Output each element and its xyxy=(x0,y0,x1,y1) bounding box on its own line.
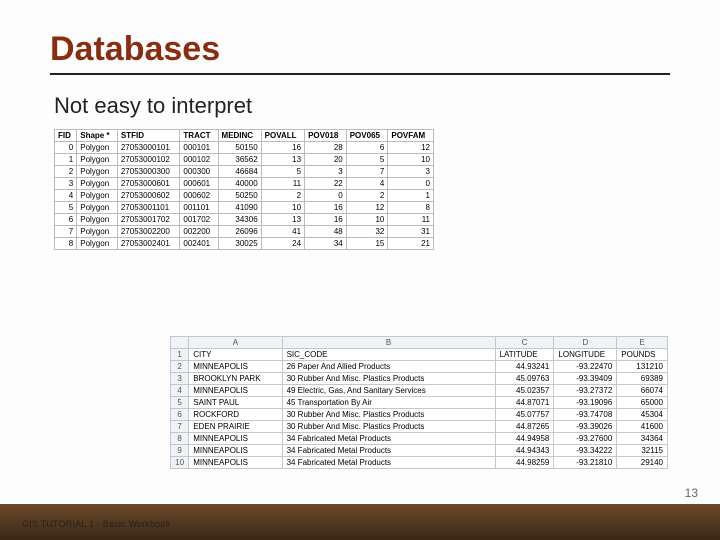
table-row: 4MINNEAPOLIS49 Electric, Gas, And Sanita… xyxy=(171,385,668,397)
table-row: 10MINNEAPOLIS34 Fabricated Metal Product… xyxy=(171,457,668,469)
column-header: D xyxy=(554,337,617,349)
slide-title: Databases xyxy=(50,30,670,69)
table-row: 2Polygon27053000300000300466845373 xyxy=(55,166,434,178)
column-header: A xyxy=(189,337,282,349)
table-row: 7EDEN PRAIRIE30 Rubber And Misc. Plastic… xyxy=(171,421,668,433)
table-header: POV065 xyxy=(346,130,388,142)
table-header: Shape * xyxy=(77,130,118,142)
table-row: 1CITYSIC_CODELATITUDELONGITUDEPOUNDS xyxy=(171,349,668,361)
table-row: 0Polygon27053000101000101501501628612 xyxy=(55,142,434,154)
table-row: 2MINNEAPOLIS26 Paper And Allied Products… xyxy=(171,361,668,373)
table-row: 4Polygon27053000602000602502502021 xyxy=(55,190,434,202)
spreadsheet-table: ABCDE1CITYSIC_CODELATITUDELONGITUDEPOUND… xyxy=(170,336,668,469)
table-row: 1Polygon27053000102000102365621320510 xyxy=(55,154,434,166)
table-row: 5Polygon27053001101001101410901016128 xyxy=(55,202,434,214)
slide-subtitle: Not easy to interpret xyxy=(54,93,670,119)
table-row: 8Polygon270530024010024013002524341521 xyxy=(55,238,434,250)
title-underline xyxy=(50,73,670,75)
table-header: POV018 xyxy=(305,130,347,142)
table-row: 3Polygon2705300060100060140000112240 xyxy=(55,178,434,190)
table-header: POVALL xyxy=(261,130,304,142)
column-header: B xyxy=(282,337,495,349)
table-header: STFID xyxy=(117,130,180,142)
table-row: 7Polygon270530022000022002609641483231 xyxy=(55,226,434,238)
table-row: 9MINNEAPOLIS34 Fabricated Metal Products… xyxy=(171,445,668,457)
column-header: E xyxy=(617,337,668,349)
table-header: TRACT xyxy=(180,130,218,142)
page-number: 13 xyxy=(685,486,698,500)
table-header: POVFAM xyxy=(388,130,434,142)
table-row: 3BROOKLYN PARK30 Rubber And Misc. Plasti… xyxy=(171,373,668,385)
footer-text: GIS TUTORIAL 1 - Basic Workbook xyxy=(22,519,170,529)
attribute-table: FIDShape *STFIDTRACTMEDINCPOVALLPOV018PO… xyxy=(54,129,434,250)
table-row: 8MINNEAPOLIS34 Fabricated Metal Products… xyxy=(171,433,668,445)
table-header: FID xyxy=(55,130,77,142)
table-row: 5SAINT PAUL45 Transportation By Air44.87… xyxy=(171,397,668,409)
column-header: C xyxy=(495,337,554,349)
table-header: MEDINC xyxy=(218,130,261,142)
table-row: 6Polygon270530017020017023430613161011 xyxy=(55,214,434,226)
table-row: 6ROCKFORD30 Rubber And Misc. Plastics Pr… xyxy=(171,409,668,421)
